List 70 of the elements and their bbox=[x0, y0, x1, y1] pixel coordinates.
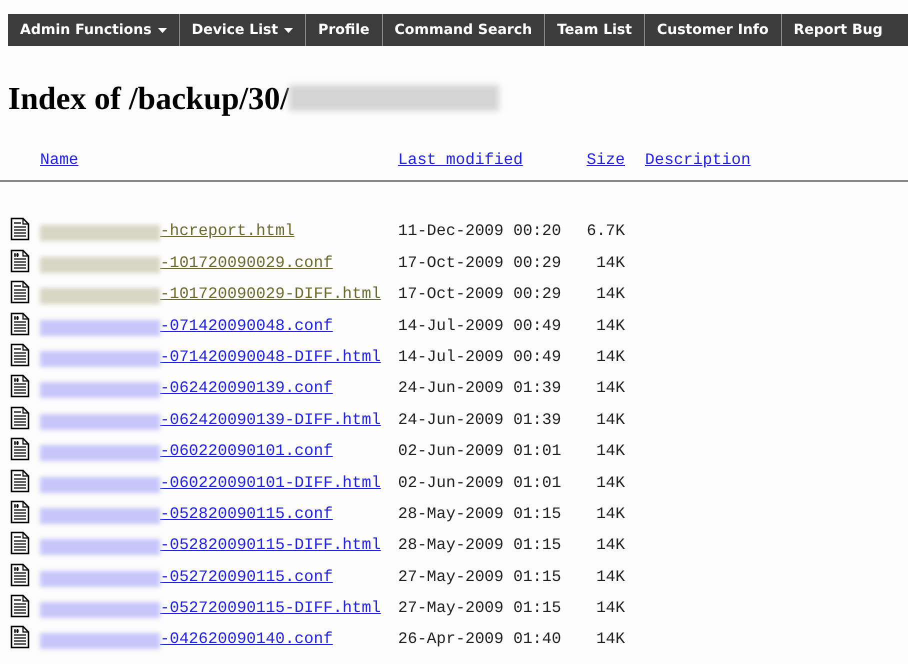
text-document-icon bbox=[10, 217, 30, 242]
text-document-icon bbox=[10, 406, 30, 430]
file-size: 14K bbox=[595, 252, 625, 274]
file-size: 14K bbox=[595, 566, 625, 588]
file-link[interactable]: -hcreport.html bbox=[160, 219, 294, 244]
file-size: 6.7K bbox=[586, 221, 625, 242]
file-size: 14K bbox=[595, 472, 625, 494]
caret-icon bbox=[284, 28, 294, 32]
modified-date: 02-Jun-2009 01:01 bbox=[398, 472, 562, 494]
file-size: 14K bbox=[595, 284, 625, 306]
hash-document-icon bbox=[10, 562, 30, 587]
file-size: 14K bbox=[595, 441, 625, 462]
nav-item[interactable]: Customer Info bbox=[644, 14, 782, 46]
nav-item[interactable]: Report Bug bbox=[782, 14, 883, 46]
modified-date: 14-Jul-2009 00:49 bbox=[398, 346, 562, 368]
file-link[interactable]: -052820090115-DIFF.html bbox=[160, 533, 381, 558]
modified-date: 28-May-2009 01:15 bbox=[398, 504, 562, 525]
hash-document-icon bbox=[10, 625, 30, 650]
file-link[interactable]: -060220090101.conf bbox=[160, 439, 333, 464]
file-link[interactable]: -060220090101-DIFF.html bbox=[160, 470, 381, 495]
modified-date: 02-Jun-2009 01:01 bbox=[398, 441, 562, 462]
text-document-icon bbox=[10, 342, 30, 367]
modified-date: 28-May-2009 01:15 bbox=[398, 535, 562, 556]
file-link[interactable]: -062420090139-DIFF.html bbox=[160, 408, 381, 432]
column-header-link[interactable]: Name bbox=[40, 148, 398, 172]
text-document-icon bbox=[10, 468, 30, 493]
file-link[interactable]: -071420090048.conf bbox=[160, 314, 333, 338]
file-link[interactable]: -071420090048-DIFF.html bbox=[160, 344, 381, 369]
nav-item[interactable]: Admin Functions bbox=[8, 14, 180, 46]
hash-document-icon bbox=[10, 248, 30, 273]
modified-date: 24-Jun-2009 01:39 bbox=[398, 410, 562, 431]
modified-date: 11-Dec-2009 00:20 bbox=[398, 221, 562, 242]
file-size: 14K bbox=[595, 410, 625, 431]
hash-document-icon bbox=[10, 374, 30, 398]
file-size: 14K bbox=[595, 316, 625, 337]
file-link[interactable]: -062420090139.conf bbox=[160, 376, 333, 400]
nav-item[interactable]: Command Search bbox=[382, 14, 546, 46]
modified-date: 24-Jun-2009 01:39 bbox=[398, 378, 562, 400]
column-header-link[interactable]: Size bbox=[578, 148, 625, 172]
file-size: 14K bbox=[595, 378, 625, 400]
file-size: 14K bbox=[595, 346, 625, 368]
hash-document-icon bbox=[10, 437, 30, 462]
file-size: 14K bbox=[595, 504, 625, 525]
modified-date: 17-Oct-2009 00:29 bbox=[398, 252, 562, 274]
nav-item[interactable]: Profile bbox=[306, 14, 383, 46]
text-document-icon bbox=[10, 531, 30, 556]
nav-item[interactable]: Team List bbox=[545, 14, 645, 46]
caret-icon bbox=[158, 28, 167, 32]
modified-date: 27-May-2009 01:15 bbox=[398, 598, 562, 620]
modified-date: 14-Jul-2009 00:49 bbox=[398, 316, 562, 337]
nav-item[interactable]: Device List bbox=[180, 14, 306, 46]
file-link[interactable]: -052820090115.conf bbox=[160, 502, 333, 526]
modified-date: 26-Apr-2009 01:40 bbox=[398, 629, 562, 650]
file-link[interactable]: -052720090115-DIFF.html bbox=[160, 596, 381, 620]
file-link[interactable]: -101720090029-DIFF.html bbox=[160, 282, 381, 306]
file-size: 14K bbox=[595, 598, 625, 620]
file-link[interactable]: -052720090115.conf bbox=[160, 564, 333, 589]
hash-document-icon bbox=[10, 312, 30, 336]
text-document-icon bbox=[10, 280, 30, 304]
column-header-link[interactable]: Description bbox=[645, 148, 751, 172]
modified-date: 17-Oct-2009 00:29 bbox=[398, 284, 562, 306]
file-size: 14K bbox=[595, 629, 625, 650]
hash-document-icon bbox=[10, 500, 30, 524]
modified-date: 27-May-2009 01:15 bbox=[398, 566, 562, 588]
column-header-link[interactable]: Last modified bbox=[398, 148, 578, 172]
file-link[interactable]: -042620090140.conf bbox=[160, 627, 333, 652]
file-link[interactable]: -101720090029.conf bbox=[160, 250, 333, 275]
file-size: 14K bbox=[595, 535, 625, 556]
text-document-icon bbox=[10, 594, 30, 618]
page-heading: Index of /backup/30/ bbox=[8, 82, 289, 114]
